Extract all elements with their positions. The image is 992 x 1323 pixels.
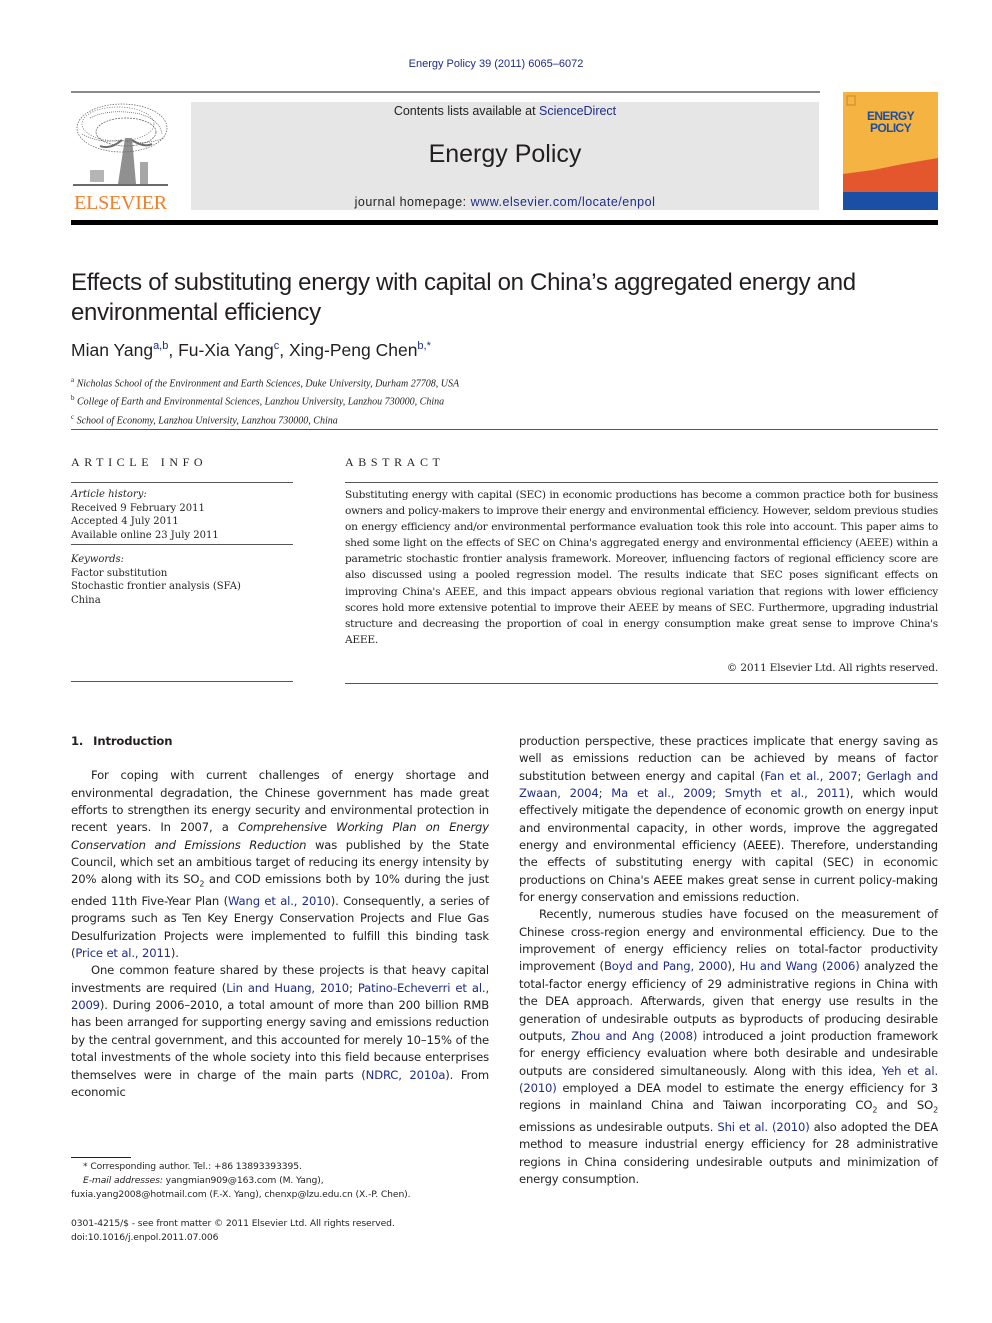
citation-link[interactable]: Lin and Huang, 2010 bbox=[226, 981, 349, 995]
keyword-item: Stochastic frontier analysis (SFA) bbox=[71, 581, 241, 593]
contents-available-line: Contents lists available at ScienceDirec… bbox=[191, 104, 819, 118]
header-rule bbox=[71, 91, 820, 93]
author-name[interactable]: Xing-Peng Chen bbox=[289, 340, 417, 360]
section-title: Introduction bbox=[93, 734, 173, 748]
paragraph: One common feature shared by these proje… bbox=[71, 963, 489, 1099]
elsevier-logo[interactable]: ELSEVIER bbox=[70, 100, 171, 214]
journal-citation-link[interactable]: Energy Policy 39 (2011) 6065–6072 bbox=[0, 58, 992, 70]
citation-link[interactable]: NDRC, 2010a bbox=[366, 1068, 446, 1082]
author-list: Mian Yanga,b, Fu-Xia Yangc, Xing-Peng Ch… bbox=[71, 340, 431, 360]
journal-name: Energy Policy bbox=[428, 140, 582, 168]
citation-link[interactable]: Smyth et al., 2011 bbox=[725, 786, 846, 800]
email-addresses: E-mail addresses: yangmian909@163.com (M… bbox=[71, 1174, 491, 1188]
email-addresses-continued[interactable]: fuxia.yang2008@hotmail.com (F.-X. Yang),… bbox=[71, 1188, 491, 1202]
masthead-thick-rule bbox=[71, 220, 938, 225]
front-matter: 0301-4215/$ - see front matter © 2011 El… bbox=[71, 1217, 491, 1245]
sciencedirect-link[interactable]: ScienceDirect bbox=[539, 104, 616, 118]
citation-link[interactable]: Ma et al., 2009 bbox=[611, 786, 712, 800]
journal-homepage-link[interactable]: www.elsevier.com/locate/enpol bbox=[471, 195, 656, 209]
history-received: Received 9 February 2011 bbox=[71, 502, 205, 514]
divider bbox=[71, 482, 293, 483]
keywords-label: Keywords: bbox=[71, 554, 125, 565]
affiliation-item: b College of Earth and Environmental Sci… bbox=[71, 394, 445, 408]
section-number: 1. bbox=[71, 734, 84, 748]
history-online: Available online 23 July 2011 bbox=[71, 529, 219, 541]
footnotes: * Corresponding author. Tel.: +86 138933… bbox=[71, 1160, 491, 1201]
contents-prefix: Contents lists available at bbox=[393, 104, 540, 118]
keyword-item: Factor substitution bbox=[71, 567, 168, 579]
article-history-label: Article history: bbox=[71, 489, 147, 500]
affiliation-item: c School of Economy, Lanzhou University,… bbox=[71, 412, 338, 426]
author-affiliation-mark[interactable]: b,* bbox=[417, 340, 430, 352]
homepage-prefix: journal homepage: bbox=[354, 195, 471, 209]
body-column-left: 1. Introduction For coping with current c… bbox=[71, 733, 489, 1101]
affiliations: a Nicholas School of the Environment and… bbox=[71, 373, 459, 428]
keyword-item: China bbox=[71, 594, 101, 606]
section-heading-introduction: 1. Introduction bbox=[71, 733, 489, 750]
citation-link[interactable]: Hu and Wang (2006) bbox=[740, 959, 860, 973]
citation-link[interactable]: Price et al., 2011 bbox=[75, 946, 171, 960]
divider bbox=[71, 544, 293, 545]
affiliations-rule bbox=[71, 429, 938, 430]
paragraph-continued: production perspective, these practices … bbox=[519, 734, 939, 905]
abstract-copyright: © 2011 Elsevier Ltd. All rights reserved… bbox=[726, 662, 938, 674]
abstract-text: Substituting energy with capital (SEC) i… bbox=[345, 489, 938, 646]
cover-title: ENERGY POLICY bbox=[843, 110, 938, 134]
author-name[interactable]: Fu-Xia Yang bbox=[178, 340, 274, 360]
cover-title-line2: POLICY bbox=[869, 121, 912, 135]
email-label: E-mail addresses: bbox=[83, 1174, 163, 1186]
citation-link[interactable]: Zhou and Ang (2008) bbox=[571, 1029, 697, 1043]
author-name[interactable]: Mian Yang bbox=[71, 340, 153, 360]
divider bbox=[345, 482, 938, 483]
article-history: Article history: Received 9 February 201… bbox=[71, 488, 293, 542]
citation-link[interactable]: Boyd and Pang, 2000 bbox=[604, 959, 728, 973]
issn-line: 0301-4215/$ - see front matter © 2011 El… bbox=[71, 1218, 395, 1229]
divider bbox=[71, 681, 293, 682]
paragraph: For coping with current challenges of en… bbox=[71, 768, 489, 961]
footnote-rule bbox=[71, 1157, 131, 1158]
affiliation-item: a Nicholas School of the Environment and… bbox=[71, 376, 460, 390]
citation-link[interactable]: Fan et al., 2007 bbox=[765, 769, 858, 783]
corresponding-author-note: * Corresponding author. Tel.: +86 138933… bbox=[83, 1161, 302, 1172]
author-affiliation-mark[interactable]: a,b bbox=[153, 340, 168, 352]
article-title: Effects of substituting energy with capi… bbox=[71, 269, 856, 326]
citation-link[interactable]: Shi et al. (2010) bbox=[717, 1120, 809, 1134]
journal-masthead: Contents lists available at ScienceDirec… bbox=[191, 102, 819, 210]
elsevier-tree-icon bbox=[73, 103, 168, 186]
email-link[interactable]: yangmian909@163.com (M. Yang), bbox=[163, 1175, 324, 1186]
citation-link[interactable]: Wang et al., 2010 bbox=[228, 894, 331, 908]
paragraph: Recently, numerous studies have focused … bbox=[519, 907, 939, 1186]
journal-cover-thumbnail[interactable]: ENERGY POLICY bbox=[843, 92, 938, 210]
author-affiliation-mark[interactable]: c bbox=[274, 340, 280, 352]
divider bbox=[345, 683, 938, 684]
doi-link[interactable]: doi:10.1016/j.enpol.2011.07.006 bbox=[71, 1231, 491, 1245]
journal-homepage-line: journal homepage: www.elsevier.com/locat… bbox=[191, 195, 819, 209]
elsevier-wordmark: ELSEVIER bbox=[74, 192, 167, 214]
keywords: Keywords: Factor substitution Stochastic… bbox=[71, 553, 293, 607]
history-accepted: Accepted 4 July 2011 bbox=[71, 516, 179, 528]
body-column-right: production perspective, these practices … bbox=[519, 733, 938, 1188]
article-info-heading: ARTICLE INFO bbox=[71, 455, 208, 469]
abstract-heading: ABSTRACT bbox=[345, 455, 445, 469]
